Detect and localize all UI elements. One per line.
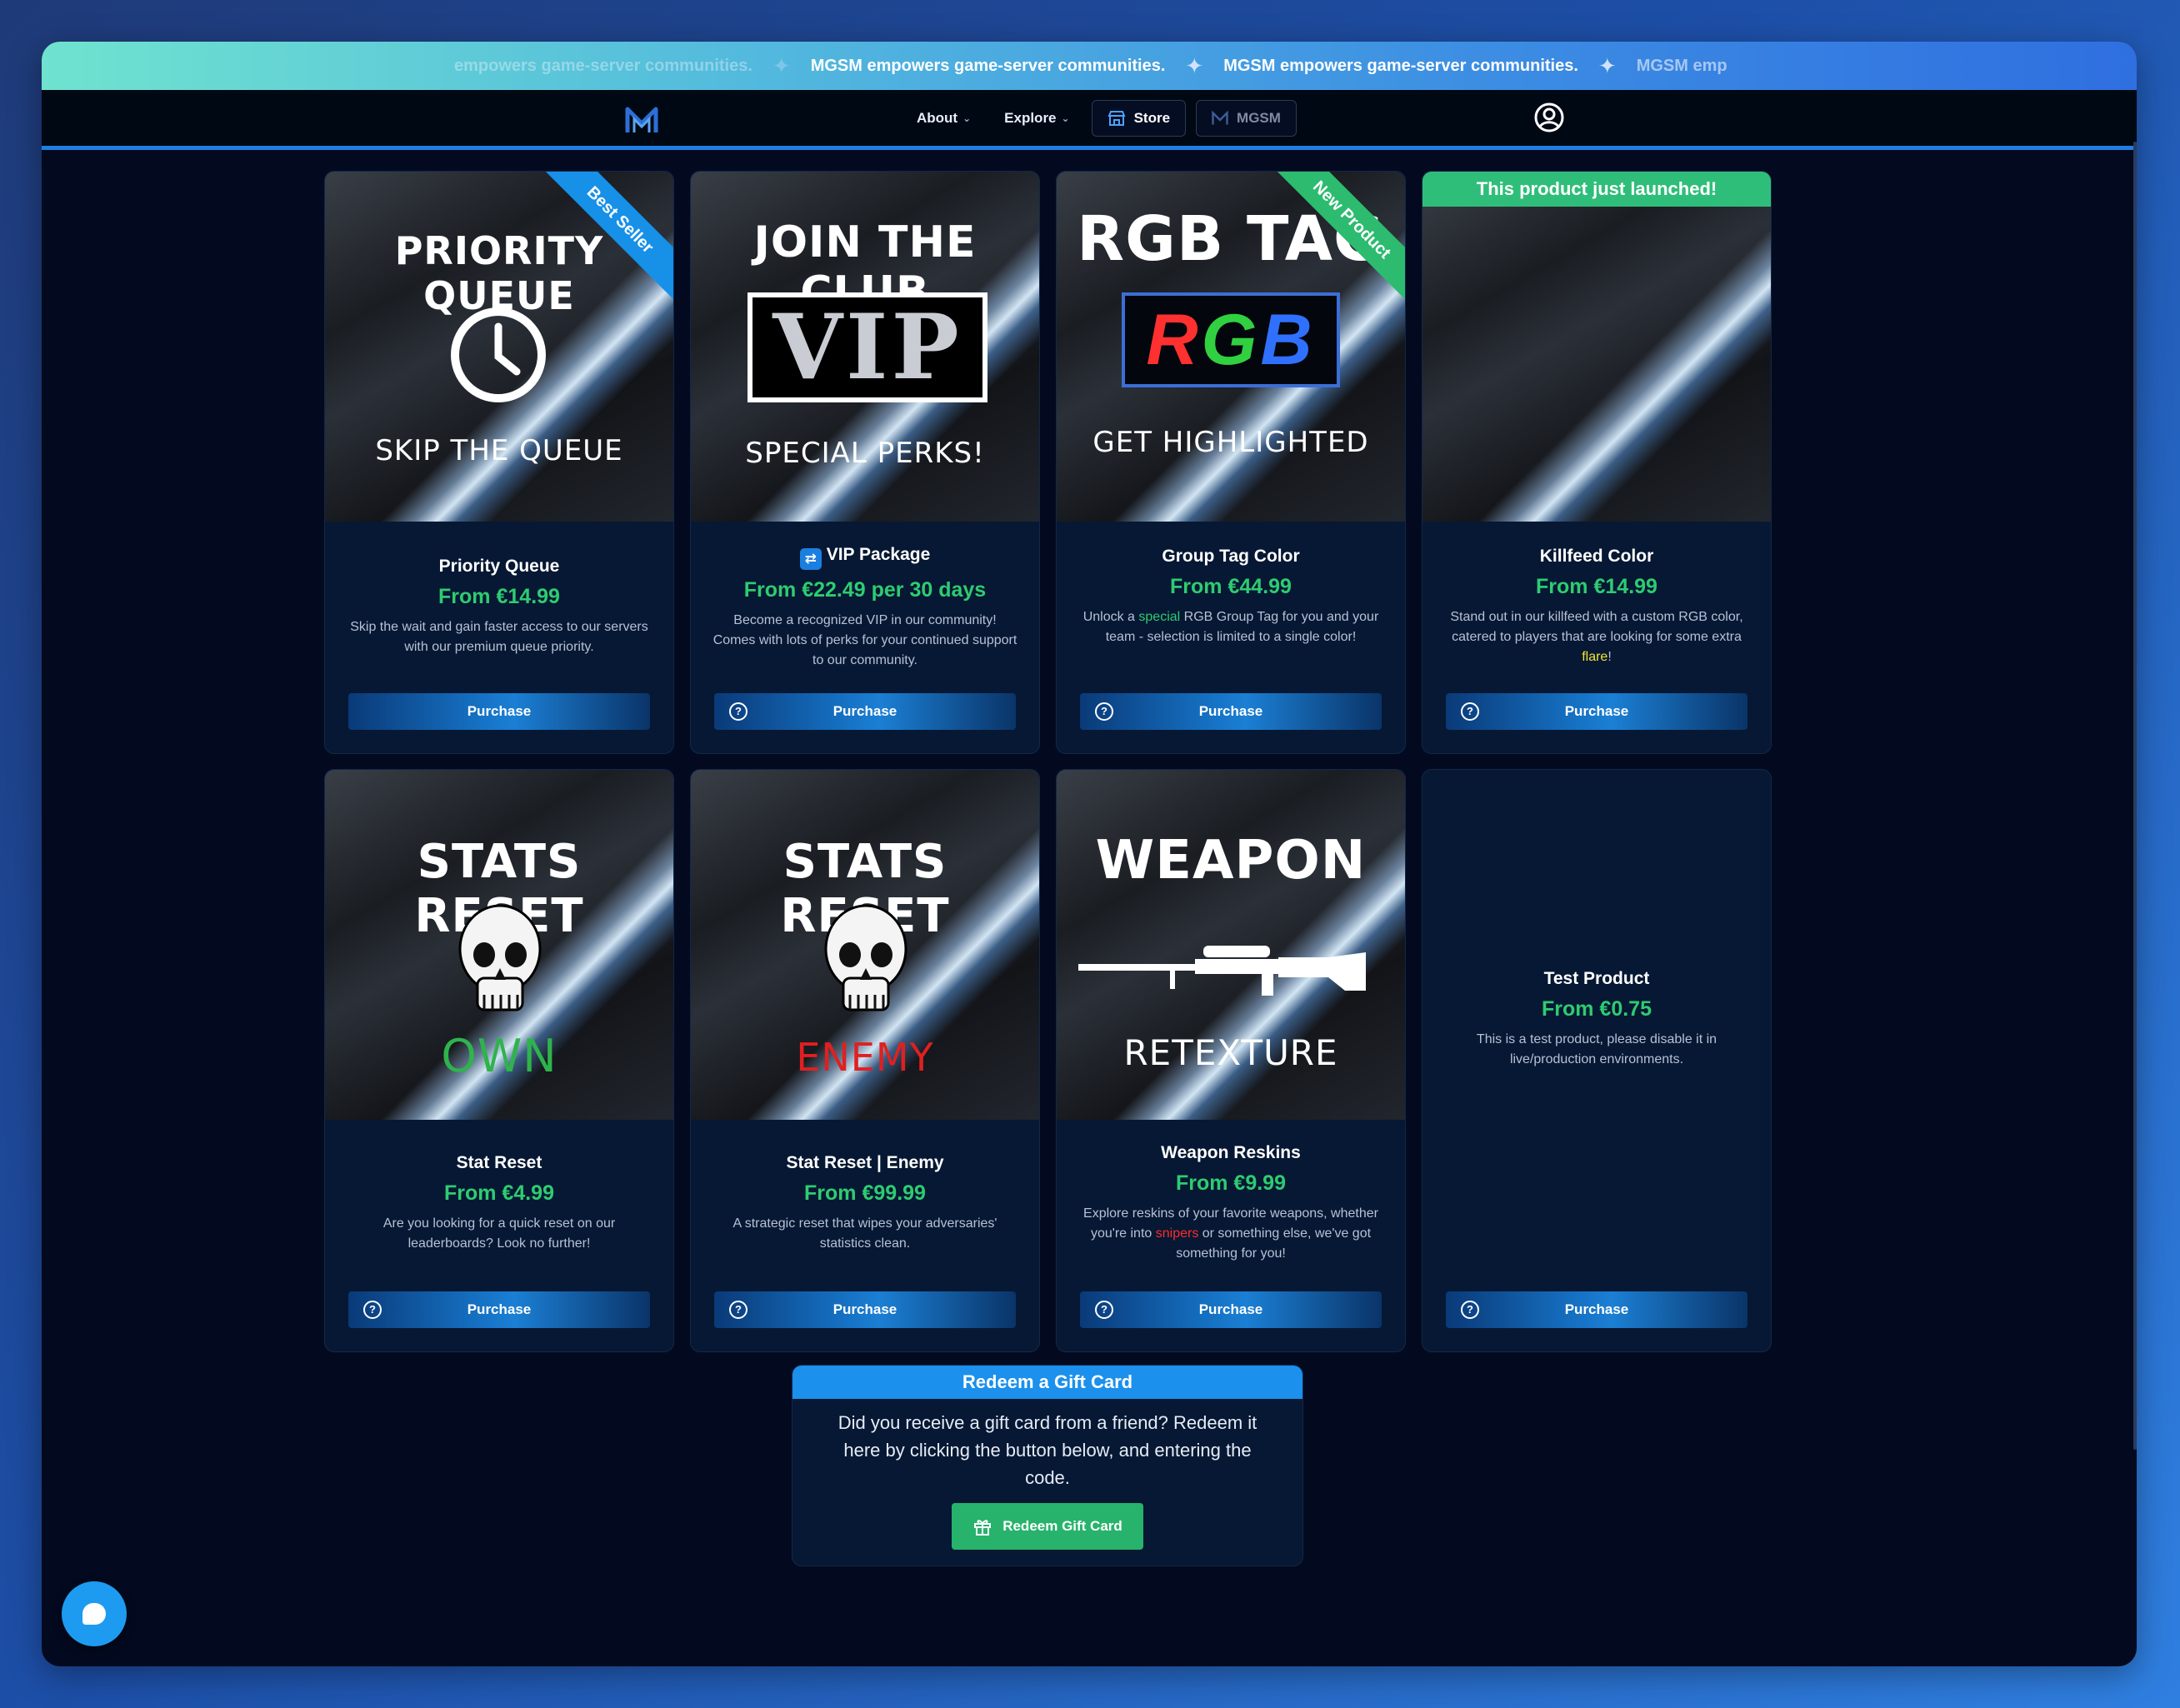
top-navbar: About ⌄ Explore ⌄ Store MGSM — [42, 90, 2137, 150]
image-subtitle: SPECIAL PERKS! — [745, 437, 985, 470]
product-price: From €9.99 — [1175, 1171, 1286, 1195]
rgb-logo: RGB — [1122, 292, 1340, 387]
product-card-vip-package: JOIN THE CLUB VIP SPECIAL PERKS! ⇄VIP Pa… — [690, 171, 1040, 754]
redeem-description: Did you receive a gift card from a frien… — [838, 1412, 1258, 1488]
card-body: Test Product From €0.75 This is a test p… — [1422, 770, 1771, 1351]
product-image: PRIORITY QUEUE SKIP THE QUEUE Best Selle… — [325, 172, 673, 522]
purchase-button[interactable]: ? Purchase — [1446, 693, 1748, 730]
help-icon[interactable]: ? — [1095, 702, 1113, 721]
purchase-button[interactable]: ? Purchase — [714, 1291, 1016, 1328]
product-image: STATS RESET ENEMY — [691, 770, 1039, 1120]
product-card-priority-queue: PRIORITY QUEUE SKIP THE QUEUE Best Selle… — [324, 171, 674, 754]
sniper-rifle-icon — [1078, 946, 1366, 996]
mgsm-icon — [1212, 111, 1228, 125]
vip-logo: VIP — [748, 292, 988, 402]
chat-bubble-icon — [82, 1603, 106, 1625]
product-image: JOIN THE CLUB VIP SPECIAL PERKS! — [691, 172, 1039, 522]
chevron-down-icon: ⌄ — [962, 112, 972, 124]
product-grid: PRIORITY QUEUE SKIP THE QUEUE Best Selle… — [324, 171, 1772, 1352]
product-image: WEAPON RETEXTURE — [1057, 770, 1405, 1120]
product-description: This is a test product, please disable i… — [1476, 1031, 1718, 1066]
product-description: Become a recognized VIP in our community… — [712, 613, 1018, 667]
product-title: Stat Reset | Enemy — [786, 1153, 944, 1172]
announcement-ticker: empowers game-server communities. ✦ MGSM … — [42, 42, 2137, 90]
help-icon[interactable]: ? — [729, 1301, 748, 1319]
product-card-stat-reset-enemy: STATS RESET ENEMY Stat Reset | Enemy Fro… — [690, 769, 1040, 1352]
product-price: From €4.99 — [443, 1181, 554, 1205]
image-subtitle: RETEXTURE — [1123, 1032, 1338, 1073]
purchase-button[interactable]: ? Purchase — [1446, 1291, 1748, 1328]
image-title: WEAPON — [1095, 830, 1367, 891]
product-card-group-tag-color: RGB TAG RGB GET HIGHLIGHTED New Product … — [1056, 171, 1406, 754]
nav-mgsm-button[interactable]: MGSM — [1196, 100, 1297, 137]
skull-icon — [824, 904, 908, 1011]
nav-menu: About ⌄ Explore ⌄ Store MGSM — [905, 100, 1297, 137]
product-image: STATS RESET OWN — [325, 770, 673, 1120]
product-title: Weapon Reskins — [1161, 1143, 1301, 1162]
product-card-killfeed-color: This product just launched! Killfeed Col… — [1422, 171, 1772, 754]
image-subtitle: SKIP THE QUEUE — [375, 434, 623, 467]
mgsm-logo-icon[interactable] — [625, 105, 658, 135]
skull-icon — [458, 904, 542, 1011]
redeem-gift-card-panel: Redeem a Gift Card Did you receive a gif… — [792, 1365, 1303, 1566]
purchase-button[interactable]: ? Purchase — [348, 1291, 650, 1328]
product-title: Test Product — [1543, 968, 1650, 988]
redeem-title: Redeem a Gift Card — [792, 1366, 1302, 1399]
purchase-button[interactable]: Purchase — [348, 693, 650, 730]
product-price: From €14.99 — [1536, 575, 1658, 598]
sparkle-icon: ✦ — [1185, 52, 1204, 78]
product-price: From €22.49 per 30 days — [743, 578, 987, 602]
product-image: This product just launched! — [1422, 172, 1771, 522]
ticker-item: empowers game-server communities. ✦ — [454, 52, 791, 78]
help-icon[interactable]: ? — [1461, 1301, 1479, 1319]
sparkle-icon: ✦ — [1598, 52, 1617, 78]
product-description: Are you looking for a quick reset on our… — [382, 1216, 616, 1251]
product-price: From €44.99 — [1170, 575, 1292, 598]
help-icon[interactable]: ? — [363, 1301, 382, 1319]
chat-widget-button[interactable] — [62, 1581, 127, 1646]
swap-icon: ⇄ — [799, 548, 822, 570]
launch-banner: This product just launched! — [1422, 172, 1771, 207]
product-card-weapon-reskins: WEAPON RETEXTURE Weapon Reskins From €9.… — [1056, 769, 1406, 1352]
product-title: Killfeed Color — [1539, 547, 1654, 566]
ticker-item: MGSM emp — [1636, 56, 1728, 75]
nav-explore[interactable]: Explore ⌄ — [992, 100, 1081, 137]
gift-icon — [974, 1520, 992, 1536]
store-icon — [1108, 111, 1126, 126]
image-subtitle: ENEMY — [796, 1035, 934, 1080]
purchase-button[interactable]: ? Purchase — [714, 693, 1016, 730]
ticker-item: MGSM empowers game-server communities. ✦ — [810, 52, 1204, 78]
product-card-test-product: Test Product From €0.75 This is a test p… — [1422, 769, 1772, 1352]
product-card-stat-reset: STATS RESET OWN Stat Reset From €4.99 Ar… — [324, 769, 674, 1352]
product-description: A strategic reset that wipes your advers… — [732, 1216, 998, 1251]
chevron-down-icon: ⌄ — [1061, 112, 1070, 124]
scrollbar[interactable] — [2133, 142, 2137, 1450]
product-title: Priority Queue — [438, 557, 560, 576]
product-description: Explore reskins of your favorite weapons… — [1083, 1206, 1378, 1261]
ticker-item: MGSM empowers game-server communities. ✦ — [1223, 52, 1617, 78]
product-price: From €0.75 — [1541, 996, 1652, 1021]
product-title: ⇄ VIP Package — [712, 545, 1018, 570]
account-icon[interactable] — [1533, 102, 1565, 133]
help-icon[interactable]: ? — [1461, 702, 1479, 721]
product-title: Stat Reset — [456, 1153, 542, 1172]
image-subtitle: OWN — [441, 1030, 558, 1082]
nav-store-button[interactable]: Store — [1091, 100, 1187, 137]
redeem-gift-card-button[interactable]: Redeem Gift Card — [952, 1503, 1143, 1550]
clock-icon — [451, 307, 546, 402]
product-description: Skip the wait and gain faster access to … — [350, 620, 648, 654]
purchase-button[interactable]: ? Purchase — [1080, 693, 1382, 730]
purchase-button[interactable]: ? Purchase — [1080, 1291, 1382, 1328]
product-title: Group Tag Color — [1162, 547, 1300, 566]
help-icon[interactable]: ? — [729, 702, 748, 721]
help-icon[interactable]: ? — [1095, 1301, 1113, 1319]
nav-about[interactable]: About ⌄ — [905, 100, 982, 137]
product-image: RGB TAG RGB GET HIGHLIGHTED New Product — [1057, 172, 1405, 522]
product-price: From €14.99 — [438, 585, 560, 608]
product-description: Stand out in our killfeed with a custom … — [1450, 610, 1743, 664]
sparkle-icon: ✦ — [772, 52, 791, 78]
image-subtitle: GET HIGHLIGHTED — [1092, 426, 1369, 459]
product-description: Unlock a special RGB Group Tag for you a… — [1082, 610, 1379, 644]
product-price: From €99.99 — [804, 1181, 926, 1205]
